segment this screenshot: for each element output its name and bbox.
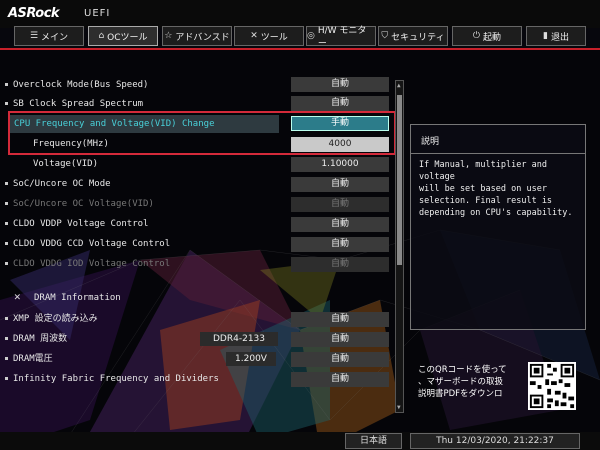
scroll-down-icon[interactable]: ▼: [397, 404, 401, 411]
description-title: 説明: [421, 137, 440, 147]
bullet: [5, 337, 8, 340]
tab-exit[interactable]: ▮ 退出: [526, 26, 586, 46]
setting-label: SoC/Uncore OC Voltage(VID): [13, 199, 154, 209]
tab-label: H/W モニター: [317, 26, 367, 49]
setting-label: XMP 設定の読み込み: [13, 314, 98, 324]
brand-logo: ASRock: [8, 6, 60, 21]
setting-voltage-vid[interactable]: Voltage(VID): [33, 155, 303, 173]
value-cldo-vddg-iod[interactable]: 自動: [291, 257, 389, 272]
scroll-up-icon[interactable]: ▲: [397, 82, 401, 89]
setting-cldo-vddg-iod[interactable]: CLDO VDDG IOD Voltage Control: [5, 255, 283, 273]
power-icon: ⏻: [472, 31, 481, 41]
description-panel: 説明 If Manual, multiplier and voltage wil…: [410, 124, 586, 330]
datetime-display: Thu 12/03/2020, 21:22:37: [410, 433, 580, 449]
tab-main[interactable]: ☰ メイン: [14, 26, 84, 46]
setting-label: Voltage(VID): [33, 159, 99, 169]
scrollbar-thumb[interactable]: [397, 95, 402, 265]
value-sb-clock-spread[interactable]: 自動: [291, 96, 389, 111]
value-cldo-vddp[interactable]: 自動: [291, 217, 389, 232]
dram-frequency-current: DDR4-2133: [200, 332, 278, 346]
bullet: [5, 182, 8, 185]
setting-label: Infinity Fabric Frequency and Dividers: [13, 374, 219, 384]
setting-overclock-mode[interactable]: Overclock Mode(Bus Speed): [5, 76, 283, 94]
wrench-screwdriver-icon: ✕: [14, 290, 21, 303]
oc-tweaker-icon: ⌂: [98, 31, 105, 41]
setting-label: Overclock Mode(Bus Speed): [13, 80, 149, 90]
value-overclock-mode[interactable]: 自動: [291, 77, 389, 92]
tab-oc-tweaker[interactable]: ⌂ OCツール: [88, 26, 158, 46]
tab-label: 退出: [550, 32, 569, 43]
bullet: [5, 202, 8, 205]
bullet: [5, 377, 8, 380]
tab-security[interactable]: ⛉ セキュリティ: [378, 26, 448, 46]
hw-monitor-icon: ◎: [307, 31, 315, 41]
value-voltage-vid[interactable]: 1.10000: [291, 157, 389, 172]
setting-xmp-load[interactable]: XMP 設定の読み込み: [5, 310, 283, 328]
section-label: DRAM Information: [34, 293, 121, 303]
tab-label: アドバンスド: [175, 32, 230, 43]
main-tabs: ☰ メイン ⌂ OCツール ☆ アドバンスド ✕ ツール ◎ H/W モニター ⛉ セキュリ…: [0, 26, 600, 49]
value-cldo-vddg-ccd[interactable]: 自動: [291, 237, 389, 252]
bullet: [5, 317, 8, 320]
setting-cldo-vddp[interactable]: CLDO VDDP Voltage Control: [5, 215, 283, 233]
setting-soc-uncore-oc-voltage: SoC/Uncore OC Voltage(VID): [5, 195, 283, 213]
language-button[interactable]: 日本語: [345, 433, 402, 449]
bullet: [5, 262, 8, 265]
uefi-label: UEFI: [84, 8, 111, 19]
highlight-annotation-box: [8, 111, 396, 155]
exit-icon: ▮: [543, 31, 548, 41]
section-dram-information[interactable]: DRAM Information: [34, 289, 304, 307]
tab-boot[interactable]: ⏻ 起動: [452, 26, 522, 46]
tab-hw-monitor[interactable]: ◎ H/W モニター: [306, 26, 376, 49]
dram-voltage-current: 1.200V: [226, 352, 276, 366]
setting-soc-uncore-oc-mode[interactable]: SoC/Uncore OC Mode: [5, 175, 283, 193]
header-accent-line: [0, 48, 600, 50]
tab-label: OCツール: [107, 32, 148, 43]
value-soc-uncore-oc-voltage: 自動: [291, 197, 389, 212]
shield-icon: ⛉: [381, 31, 389, 41]
qr-code-icon: [528, 362, 576, 410]
top-bar: ASRock UEFI: [0, 0, 600, 28]
setting-label: CLDO VDDG CCD Voltage Control: [13, 239, 171, 249]
qr-caption: このQRコードを使って 、マザーボードの取扱 説明書PDFをダウンロ: [418, 365, 507, 399]
tab-tool[interactable]: ✕ ツール: [234, 26, 304, 46]
star-icon: ☆: [164, 31, 173, 41]
bullet: [5, 357, 8, 360]
bullet: [5, 83, 8, 86]
setting-label: CLDO VDDG IOD Voltage Control: [13, 259, 171, 269]
value-soc-uncore-oc-mode[interactable]: 自動: [291, 177, 389, 192]
setting-label: DRAM 周波数: [13, 334, 68, 344]
settings-scrollbar[interactable]: ▲ ▼: [395, 80, 404, 413]
main-icon: ☰: [29, 31, 39, 41]
tab-label: メイン: [41, 32, 69, 43]
bullet: [5, 222, 8, 225]
bullet: [5, 242, 8, 245]
tab-label: セキュリティ: [391, 32, 445, 43]
tab-label: 起動: [483, 32, 502, 43]
value-dram-frequency[interactable]: 自動: [291, 332, 389, 347]
setting-label: SoC/Uncore OC Mode: [13, 179, 111, 189]
setting-label: DRAM電圧: [13, 354, 53, 364]
value-xmp-load[interactable]: 自動: [291, 312, 389, 327]
setting-cldo-vddg-ccd[interactable]: CLDO VDDG CCD Voltage Control: [5, 235, 283, 253]
tool-icon: ✕: [250, 31, 258, 41]
divider: [411, 153, 585, 154]
description-text: If Manual, multiplier and voltage will b…: [419, 160, 573, 218]
tab-label: ツール: [260, 32, 288, 43]
setting-label: SB Clock Spread Spectrum: [13, 99, 144, 109]
value-dram-voltage[interactable]: 自動: [291, 352, 389, 367]
bullet: [5, 102, 8, 105]
tab-advanced[interactable]: ☆ アドバンスド: [162, 26, 232, 46]
setting-infinity-fabric[interactable]: Infinity Fabric Frequency and Dividers: [5, 370, 283, 388]
setting-label: CLDO VDDP Voltage Control: [13, 219, 149, 229]
value-infinity-fabric[interactable]: 自動: [291, 372, 389, 387]
